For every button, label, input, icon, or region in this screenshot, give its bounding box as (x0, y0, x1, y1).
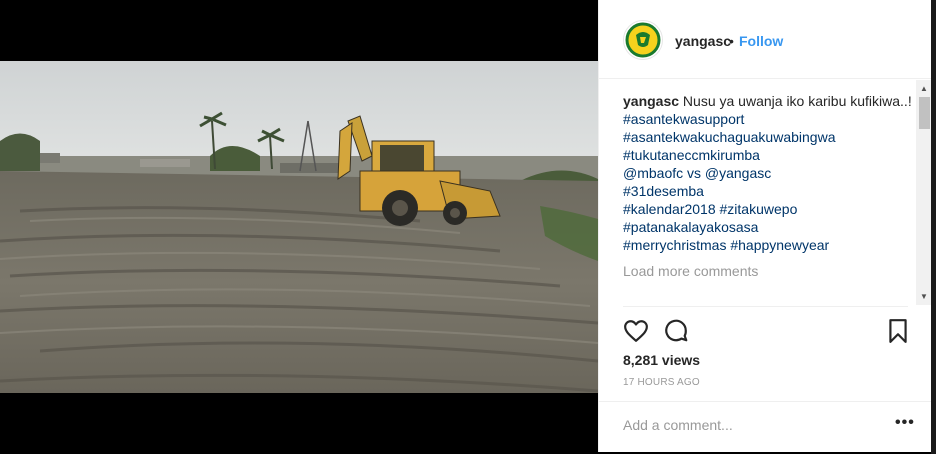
post-actions (623, 318, 911, 344)
save-button[interactable] (885, 318, 911, 344)
divider (623, 306, 908, 307)
hashtag-link[interactable]: #patanakalayakosasa (623, 218, 913, 236)
comment-button[interactable] (663, 318, 689, 344)
scroll-thumb[interactable] (919, 97, 930, 129)
like-button[interactable] (623, 318, 649, 344)
video-player[interactable] (0, 0, 598, 454)
add-comment-input[interactable] (623, 414, 883, 436)
post-side-panel: yangasc • Follow yangasc Nusu ya uwanja … (598, 0, 933, 452)
comments-list[interactable]: yangasc Nusu ya uwanja iko karibu kufiki… (623, 92, 913, 304)
caption: yangasc Nusu ya uwanja iko karibu kufiki… (623, 92, 913, 110)
caption-text: Nusu ya uwanja iko karibu kufikiwa..! (679, 93, 912, 109)
hashtag-link[interactable]: #tukutaneccmkirumba (623, 146, 913, 164)
window-edge (931, 0, 936, 454)
separator-dot: • (729, 33, 734, 49)
divider (599, 401, 932, 402)
hashtag-link[interactable]: #asantekwakuchaguakuwabingwa (623, 128, 913, 146)
comment-icon (665, 319, 688, 342)
avatar[interactable] (623, 20, 663, 60)
hashtag-link[interactable]: #kalendar2018 #zitakuwepo (623, 200, 913, 218)
view-count: 8,281 views (623, 352, 701, 368)
post-timestamp[interactable]: 17 HOURS AGO (623, 377, 700, 388)
caption-username[interactable]: yangasc (623, 93, 679, 109)
hashtag-link[interactable]: #31desemba (623, 182, 913, 200)
hashtag-link[interactable]: #asantekwasupport (623, 110, 913, 128)
club-crest-icon (624, 21, 662, 59)
hashtag-link[interactable]: #merrychristmas #happynewyear (623, 236, 913, 254)
video-frame[interactable] (0, 61, 598, 393)
heart-icon (624, 320, 648, 342)
post-header: yangasc • Follow (599, 0, 932, 79)
post-username[interactable]: yangasc (675, 33, 731, 49)
more-options-button[interactable]: ••• (895, 414, 915, 432)
construction-site-video-still (0, 61, 598, 393)
follow-button[interactable]: Follow (739, 33, 783, 49)
load-more-comments-button[interactable]: Load more comments (623, 262, 913, 280)
bookmark-icon (889, 319, 907, 343)
scroll-up-arrow-icon[interactable]: ▲ (920, 84, 928, 93)
scroll-down-arrow-icon[interactable]: ▼ (920, 292, 928, 301)
mention-link[interactable]: @mbaofc vs @yangasc (623, 164, 913, 182)
